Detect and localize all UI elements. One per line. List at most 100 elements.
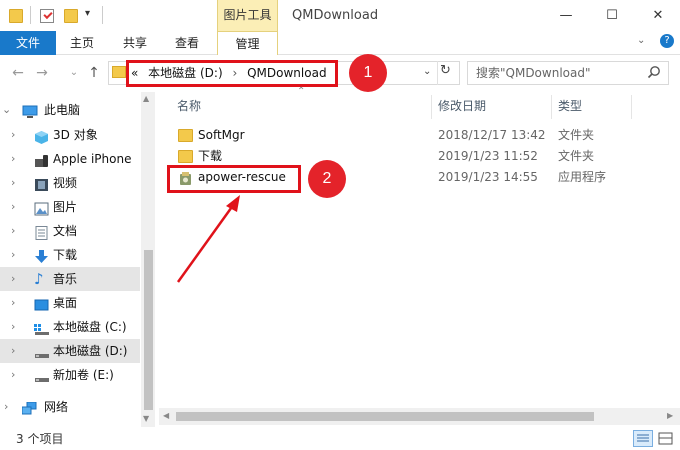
horizontal-scrollbar-thumb[interactable] xyxy=(176,412,594,421)
refresh-icon[interactable]: ↻ xyxy=(440,63,451,78)
nav-item-label: 文档 xyxy=(53,224,78,238)
file-type: 文件夹 xyxy=(558,149,595,163)
nav-item-label: 3D 对象 xyxy=(53,128,98,142)
scroll-left-icon[interactable]: ◀ xyxy=(163,411,169,420)
nav-item-pictures[interactable]: › 图片 xyxy=(0,195,140,219)
drive-icon xyxy=(34,344,49,358)
expand-chevron-icon[interactable]: › xyxy=(11,147,21,171)
tab-view[interactable]: 查看 xyxy=(167,31,207,55)
nav-item-label: 视频 xyxy=(53,176,78,190)
annotation-badge-1: 1 xyxy=(349,54,387,92)
annotation-arrow xyxy=(176,195,240,283)
expand-chevron-icon[interactable]: › xyxy=(11,315,21,339)
tab-manage[interactable]: 管理 xyxy=(217,31,278,55)
music-icon: ♪ xyxy=(34,270,44,288)
nav-item-music[interactable]: › ♪ 音乐 xyxy=(0,267,140,291)
up-button[interactable]: ↑ xyxy=(84,63,104,83)
column-header-date[interactable]: 修改日期 xyxy=(438,95,486,117)
nav-item-label: 网络 xyxy=(44,400,69,414)
nav-item-network[interactable]: › 网络 xyxy=(0,395,140,419)
expand-chevron-icon[interactable]: › xyxy=(11,267,21,291)
collapse-ribbon-icon[interactable]: ⌄ xyxy=(637,35,645,46)
pc-icon xyxy=(22,103,38,118)
file-date: 2019/1/23 11:52 xyxy=(438,149,538,163)
tab-file[interactable]: 文件 xyxy=(0,31,56,55)
expand-chevron-icon[interactable]: › xyxy=(11,363,21,387)
expand-chevron-icon[interactable]: › xyxy=(11,171,21,195)
network-icon xyxy=(21,400,37,415)
nav-item-local-disk-d[interactable]: › 本地磁盘 (D:) xyxy=(0,339,140,363)
navigation-pane: ⌄ 此电脑 › 3D 对象 › Apple iPhone › 视频 › 图片 ›… xyxy=(0,92,155,427)
recent-locations-icon[interactable]: ⌄ xyxy=(64,63,84,83)
nav-item-videos[interactable]: › 视频 xyxy=(0,171,140,195)
nav-item-desktop[interactable]: › 桌面 xyxy=(0,291,140,315)
search-icon[interactable] xyxy=(647,65,661,82)
scroll-right-icon[interactable]: ▶ xyxy=(667,411,673,420)
file-row[interactable]: SoftMgr 2018/12/17 13:42 文件夹 xyxy=(171,125,631,146)
ribbon-bar xyxy=(0,31,680,55)
scroll-up-icon[interactable]: ▲ xyxy=(143,94,149,103)
file-row[interactable]: 下载 2019/1/23 11:52 文件夹 xyxy=(171,146,631,167)
nav-item-downloads[interactable]: › 下载 xyxy=(0,243,140,267)
expand-chevron-icon[interactable]: › xyxy=(4,395,14,419)
back-button[interactable]: ← xyxy=(8,63,28,83)
folder-icon xyxy=(112,66,126,78)
file-type: 文件夹 xyxy=(558,128,595,142)
customize-toolbar-icon[interactable]: ▾ xyxy=(85,8,90,19)
nav-item-label: 音乐 xyxy=(53,272,78,286)
minimize-button[interactable]: — xyxy=(543,0,589,31)
column-divider[interactable] xyxy=(631,95,632,119)
nav-item-this-pc[interactable]: ⌄ 此电脑 xyxy=(0,98,140,122)
nav-item-label: 本地磁盘 (C:) xyxy=(53,320,127,334)
properties-icon[interactable] xyxy=(40,9,54,23)
search-placeholder: 搜索"QMDownload" xyxy=(476,66,591,80)
status-item-count: 3 个项目 xyxy=(16,432,64,446)
expand-chevron-icon[interactable]: › xyxy=(11,219,21,243)
maximize-button[interactable]: ☐ xyxy=(589,0,635,31)
close-button[interactable]: ✕ xyxy=(635,0,680,31)
nav-item-local-disk-c[interactable]: › 本地磁盘 (C:) xyxy=(0,315,140,339)
desktop-icon xyxy=(34,296,49,311)
sort-ascending-icon: ⌃ xyxy=(297,86,306,97)
details-view-icon[interactable] xyxy=(633,430,653,447)
file-name: SoftMgr xyxy=(198,128,245,142)
nav-item-label: 桌面 xyxy=(53,296,78,310)
expand-chevron-icon[interactable]: › xyxy=(11,123,21,147)
expand-chevron-icon[interactable]: › xyxy=(11,291,21,315)
tab-share[interactable]: 共享 xyxy=(115,31,155,55)
nav-scrollbar-thumb[interactable] xyxy=(144,250,153,410)
column-header-type[interactable]: 类型 xyxy=(558,95,582,117)
help-icon[interactable]: ? xyxy=(660,34,674,48)
annotation-box-address xyxy=(126,60,338,87)
nav-item-label: 本地磁盘 (D:) xyxy=(53,344,128,358)
expand-chevron-icon[interactable]: › xyxy=(11,243,21,267)
nav-item-label: Apple iPhone xyxy=(53,152,132,166)
column-divider[interactable] xyxy=(551,95,552,119)
column-header-name[interactable]: 名称 xyxy=(177,95,201,117)
tab-home[interactable]: 主页 xyxy=(62,31,102,55)
nav-item-new-volume-e[interactable]: › 新加卷 (E:) xyxy=(0,363,140,387)
file-type: 应用程序 xyxy=(558,170,607,184)
forward-button[interactable]: → xyxy=(32,63,52,83)
expand-chevron-icon[interactable]: › xyxy=(11,195,21,219)
document-icon xyxy=(34,224,49,240)
annotation-box-file xyxy=(167,165,301,193)
picture-tools-header: 图片工具 xyxy=(217,0,278,31)
file-name: 下载 xyxy=(198,149,223,163)
drive-c-icon xyxy=(34,320,49,335)
nav-item-documents[interactable]: › 文档 xyxy=(0,219,140,243)
nav-item-apple-iphone[interactable]: › Apple iPhone xyxy=(0,147,140,171)
download-icon xyxy=(34,248,49,263)
nav-item-3d-objects[interactable]: › 3D 对象 xyxy=(0,123,140,147)
column-divider[interactable] xyxy=(431,95,432,119)
new-folder-icon[interactable] xyxy=(64,9,78,23)
annotation-badge-2: 2 xyxy=(308,160,346,198)
window-title: QMDownload xyxy=(292,8,379,23)
scroll-down-icon[interactable]: ▼ xyxy=(143,414,149,423)
expand-chevron-icon[interactable]: ⌄ xyxy=(2,98,12,122)
large-icons-view-icon[interactable] xyxy=(657,431,674,446)
3d-objects-icon xyxy=(34,128,49,144)
iphone-icon xyxy=(34,152,49,167)
address-dropdown-icon[interactable]: ⌄ xyxy=(423,66,431,77)
expand-chevron-icon[interactable]: › xyxy=(11,339,21,363)
